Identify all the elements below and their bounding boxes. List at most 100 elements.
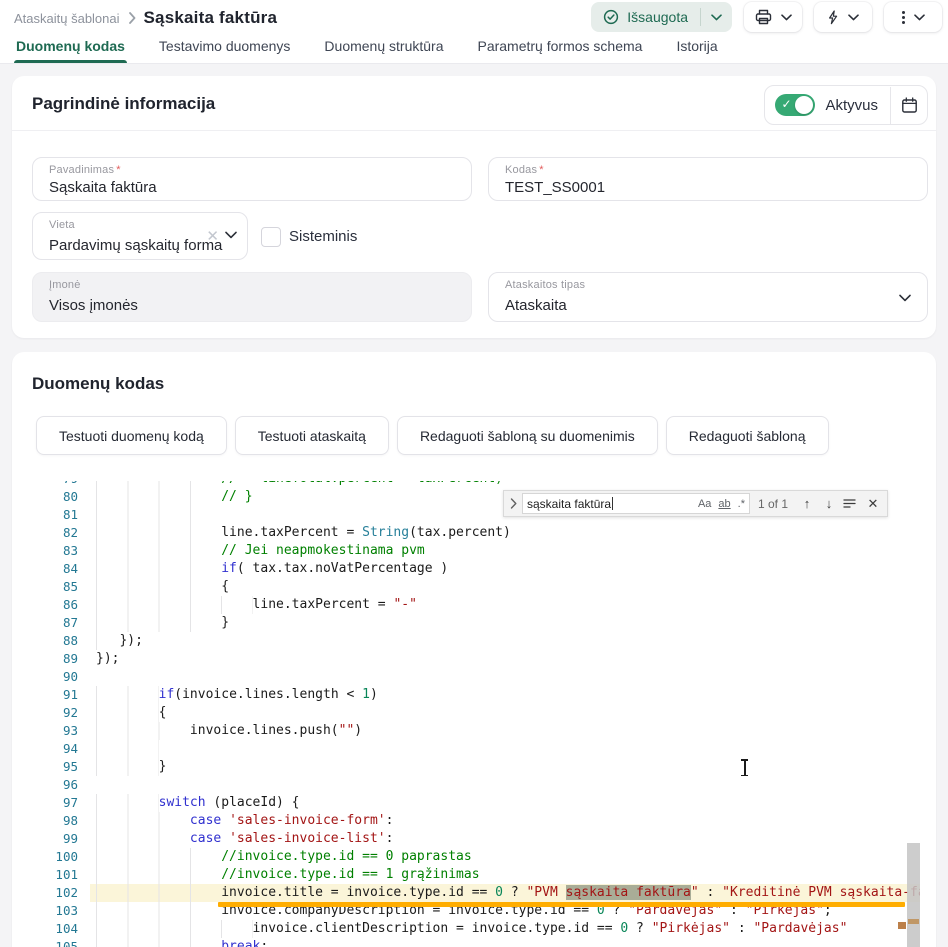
saved-split-button[interactable]: Išsaugota xyxy=(591,2,732,32)
code-field[interactable]: Kodas* TEST_SS0001 xyxy=(488,157,928,201)
code-action-button-0[interactable]: Testuoti duomenų kodą xyxy=(36,416,227,455)
breadcrumb: Ataskaitų šablonai Sąskaita faktūra xyxy=(14,8,277,28)
code-line-101[interactable]: 101 //invoice.type.id == 1 grąžinimas xyxy=(30,866,920,884)
line-content: //invoice.type.id == 0 paprastas xyxy=(96,848,920,866)
code-line-100[interactable]: 100 //invoice.type.id == 0 paprastas xyxy=(30,848,920,866)
tab-4[interactable]: Istorija xyxy=(674,32,719,63)
code-line-82[interactable]: 82 line.taxPercent = String(tax.percent) xyxy=(30,524,920,542)
code-line-102[interactable]: 102 invoice.title = invoice.type.id == 0… xyxy=(30,884,920,902)
breadcrumb-root-link[interactable]: Ataskaitų šablonai xyxy=(14,11,120,26)
tab-1[interactable]: Testavimo duomenys xyxy=(157,32,293,63)
print-button[interactable] xyxy=(744,2,802,32)
code-line-96[interactable]: 96 xyxy=(30,776,920,794)
code-action-button-3[interactable]: Redaguoti šabloną xyxy=(666,416,829,455)
line-content: // lineTotal.percent = taxPercent) xyxy=(96,481,920,488)
line-content: // Jei neapmokestinama pvm xyxy=(96,542,920,560)
line-content: case 'sales-invoice-form': xyxy=(96,812,920,830)
place-select[interactable]: Vieta Pardavimų sąskaitų forma ✕ xyxy=(32,212,248,260)
company-field: Įmonė Visos įmonės xyxy=(32,272,472,322)
code-line-105[interactable]: 105 break; xyxy=(30,938,920,947)
code-line-94[interactable]: 94 xyxy=(30,740,920,758)
line-content: //invoice.type.id == 1 grąžinimas xyxy=(96,866,920,884)
line-content: break; xyxy=(96,938,920,947)
whole-word-toggle[interactable]: ab xyxy=(718,498,730,510)
overview-ruler-mark xyxy=(898,922,906,929)
systemic-checkbox[interactable] xyxy=(261,227,281,247)
data-code-card: Duomenų kodas Testuoti duomenų kodąTestu… xyxy=(12,352,936,947)
line-number: 92 xyxy=(30,704,78,722)
line-number: 84 xyxy=(30,560,78,578)
actions-button[interactable] xyxy=(814,2,872,32)
code-field-value: TEST_SS0001 xyxy=(505,179,605,196)
line-number: 88 xyxy=(30,632,78,650)
find-close-button[interactable]: ✕ xyxy=(865,496,881,512)
active-toggle[interactable]: ✓ xyxy=(775,94,815,116)
code-line-89[interactable]: 89}); xyxy=(30,650,920,668)
print-chevron-down-icon xyxy=(781,14,792,21)
code-line-97[interactable]: 97 switch (placeId) { xyxy=(30,794,920,812)
code-line-83[interactable]: 83 // Jei neapmokestinama pvm xyxy=(30,542,920,560)
line-number: 87 xyxy=(30,614,78,632)
line-content: { xyxy=(96,704,920,722)
code-line-93[interactable]: 93 invoice.lines.push("") xyxy=(30,722,920,740)
code-line-90[interactable]: 90 xyxy=(30,668,920,686)
code-line-88[interactable]: 88 }); xyxy=(30,632,920,650)
more-menu-button[interactable] xyxy=(884,2,942,32)
code-line-87[interactable]: 87 } xyxy=(30,614,920,632)
line-number: 102 xyxy=(30,884,78,902)
lightning-icon xyxy=(827,10,839,25)
regex-toggle[interactable]: .* xyxy=(738,498,745,510)
line-content: } xyxy=(96,614,920,632)
page-title: Sąskaita faktūra xyxy=(144,8,278,28)
find-in-selection-button[interactable] xyxy=(843,498,859,509)
report-type-select[interactable]: Ataskaitos tipas Ataskaita xyxy=(488,272,928,322)
code-line-99[interactable]: 99 case 'sales-invoice-list': xyxy=(30,830,920,848)
match-underline-bar xyxy=(218,902,905,907)
code-line-104[interactable]: 104 invoice.clientDescription = invoice.… xyxy=(30,920,920,938)
code-action-button-2[interactable]: Redaguoti šabloną su duomenimis xyxy=(397,416,658,455)
line-content: if(invoice.lines.length < 1) xyxy=(96,686,920,704)
find-input[interactable]: sąskaita faktūra Aa ab .* xyxy=(522,493,750,514)
find-toggle-replace-chevron-icon[interactable] xyxy=(504,498,522,509)
report-type-chevron-down-icon[interactable] xyxy=(899,294,911,302)
top-header: Ataskaitų šablonai Sąskaita faktūra Išsa… xyxy=(0,0,948,64)
find-next-button[interactable]: ↓ xyxy=(821,496,837,511)
code-line-91[interactable]: 91 if(invoice.lines.length < 1) xyxy=(30,686,920,704)
code-line-84[interactable]: 84 if( tax.tax.noVatPercentage ) xyxy=(30,560,920,578)
line-number: 105 xyxy=(30,938,78,947)
line-number: 90 xyxy=(30,668,78,686)
line-number: 82 xyxy=(30,524,78,542)
tab-3[interactable]: Parametrų formos schema xyxy=(475,32,644,63)
breadcrumb-chevron-icon xyxy=(128,12,136,24)
code-line-98[interactable]: 98 case 'sales-invoice-form': xyxy=(30,812,920,830)
place-chevron-down-icon[interactable] xyxy=(225,231,237,239)
text-cursor-pointer xyxy=(740,758,749,777)
kebab-menu-icon xyxy=(902,11,905,24)
line-content: { xyxy=(96,578,920,596)
code-line-92[interactable]: 92 { xyxy=(30,704,920,722)
match-case-toggle[interactable]: Aa xyxy=(698,498,711,510)
code-line-95[interactable]: 95 } xyxy=(30,758,920,776)
check-circle-icon xyxy=(603,9,619,25)
code-line-85[interactable]: 85 { xyxy=(30,578,920,596)
line-content: line.taxPercent = "-" xyxy=(96,596,920,614)
schedule-calendar-button[interactable] xyxy=(891,86,927,124)
name-field[interactable]: Pavadinimas* Sąskaita faktūra xyxy=(32,157,472,201)
tab-0[interactable]: Duomenų kodas xyxy=(14,32,127,63)
code-editor[interactable]: 79 // lineTotal.percent = taxPercent)80 … xyxy=(30,481,920,947)
code-line-86[interactable]: 86 line.taxPercent = "-" xyxy=(30,596,920,614)
clear-icon[interactable]: ✕ xyxy=(206,227,219,245)
save-chevron-down-icon[interactable] xyxy=(701,14,732,21)
code-action-button-1[interactable]: Testuoti ataskaitą xyxy=(235,416,389,455)
line-number: 80 xyxy=(30,488,78,506)
place-select-label: Vieta xyxy=(49,219,75,231)
find-previous-button[interactable]: ↑ xyxy=(799,496,815,511)
line-content: }); xyxy=(96,650,920,668)
line-number: 86 xyxy=(30,596,78,614)
line-number: 79 xyxy=(30,481,78,488)
tab-2[interactable]: Duomenų struktūra xyxy=(322,32,445,63)
main-info-card: Pagrindinė informacija ✓ Aktyvus Pavadin… xyxy=(12,76,936,338)
vertical-scrollbar[interactable] xyxy=(907,843,920,947)
saved-label: Išsaugota xyxy=(627,9,688,25)
code-line-79[interactable]: 79 // lineTotal.percent = taxPercent) xyxy=(30,481,920,488)
